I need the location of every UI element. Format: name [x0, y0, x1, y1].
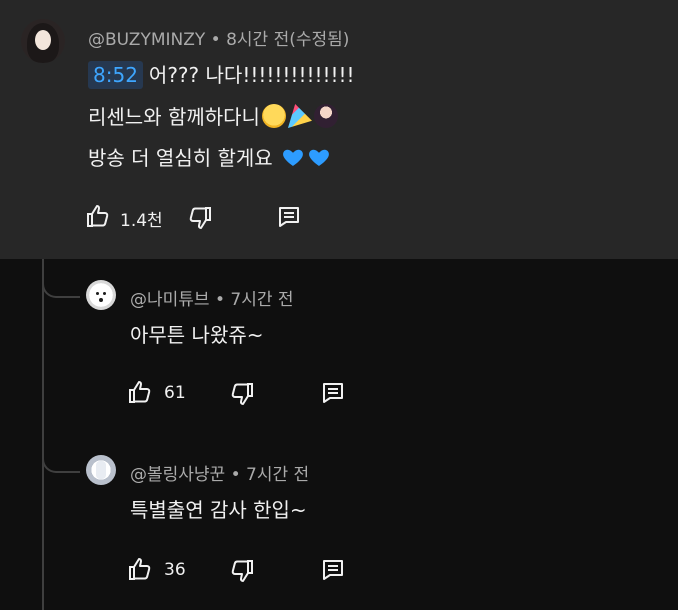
blue-heart-icon [309, 149, 329, 166]
reply-button[interactable] [274, 202, 304, 232]
reply-connector [42, 268, 80, 298]
like-button[interactable] [82, 201, 112, 231]
comment-line-3: 방송 더 열심히 할게요 [88, 144, 331, 172]
comment-actions: 1.4천 [82, 201, 322, 231]
comment-reply-icon [323, 560, 343, 580]
comment-author-meta[interactable]: @BUZYMINZY • 8시간 전(수정됨) [88, 25, 349, 50]
avatar[interactable] [86, 280, 116, 310]
dislike-button[interactable] [228, 379, 258, 409]
avatar-eye [103, 292, 106, 295]
timestamp-link[interactable]: 8:52 [88, 61, 143, 89]
avatar-nose [99, 298, 103, 302]
thumb-up-icon [87, 205, 109, 227]
main-comment: @BUZYMINZY • 8시간 전(수정됨) 8:52 어??? 나다!!!!!… [0, 0, 678, 259]
reply-connector [42, 443, 80, 473]
comment-reply-icon [323, 383, 343, 403]
like-count: 36 [164, 560, 186, 580]
reply-author-meta[interactable]: @나미튜브 • 7시간 전 [130, 285, 294, 310]
reply-text: 특별출연 감사 한입~ [130, 498, 307, 522]
thumb-up-icon [129, 558, 151, 580]
dislike-button[interactable] [186, 203, 216, 233]
reply-button[interactable] [318, 555, 348, 585]
like-count: 1.4천 [120, 211, 163, 231]
avatar[interactable] [21, 19, 65, 63]
like-button[interactable] [124, 554, 154, 584]
reply-button[interactable] [318, 378, 348, 408]
blue-heart-emoji [307, 145, 331, 169]
dislike-button[interactable] [228, 556, 258, 586]
thumb-down-icon [189, 207, 211, 229]
thumb-down-icon [231, 383, 253, 405]
reply-actions: 36 [124, 554, 364, 584]
comment-line-1: 8:52 어??? 나다!!!!!!!!!!!!!! [88, 61, 355, 89]
thumb-down-icon [231, 560, 253, 582]
blue-heart-icon [283, 149, 303, 166]
avatar-eye [96, 292, 99, 295]
like-count: 61 [164, 383, 186, 403]
blue-heart-emoji [281, 145, 305, 169]
reply-actions: 61 [124, 377, 364, 407]
comment-line-2: 리센느와 함께하다니 [88, 103, 338, 131]
avatar[interactable] [86, 455, 116, 485]
pleading-face-emoji [261, 104, 286, 128]
person-emoji [313, 104, 338, 128]
avatar-bottle [96, 461, 106, 479]
comment-reply-icon [279, 207, 299, 227]
comment-text-line-1: 어??? 나다!!!!!!!!!!!!!! [148, 63, 355, 87]
reply-text: 아무튼 나왔쥬~ [130, 323, 264, 347]
party-popper-emoji [287, 104, 312, 128]
avatar-face [35, 30, 51, 50]
reply-author-meta[interactable]: @볼링사냥꾼 • 7시간 전 [130, 460, 309, 485]
comment-text-line-3: 방송 더 열심히 할게요 [88, 146, 273, 170]
comment-text-line-2: 리센느와 함께하다니 [88, 105, 260, 129]
like-button[interactable] [124, 377, 154, 407]
thumb-up-icon [129, 381, 151, 403]
